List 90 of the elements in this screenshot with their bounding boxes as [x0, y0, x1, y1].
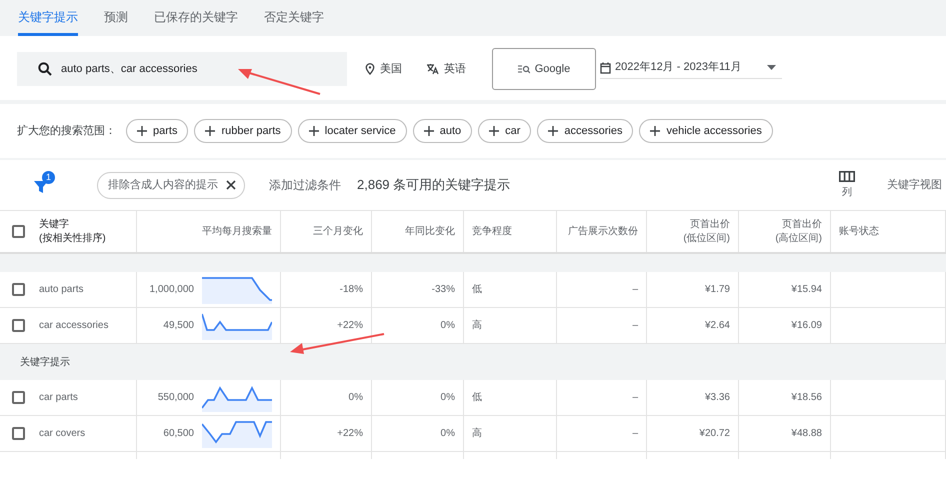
plus-icon [424, 126, 434, 136]
plus-icon [308, 126, 319, 136]
three-month-change: +22% [337, 319, 363, 333]
low-bid: ¥20.72 [699, 427, 730, 441]
search-volume: 49,500 [163, 319, 194, 333]
yoy-change: 0% [440, 391, 455, 405]
column-header[interactable]: 广告展示次数份 [568, 224, 638, 238]
keyword-count: 2,869 条可用的关键字提示 [357, 176, 510, 194]
search-volume: 550,000 [158, 391, 194, 405]
impression-share: – [632, 427, 638, 441]
plus-icon [137, 126, 147, 136]
column-header[interactable]: 竞争程度 [472, 224, 512, 238]
plus-icon [650, 126, 660, 136]
list-search-icon [518, 64, 530, 74]
keyword-chip[interactable]: auto [412, 119, 472, 143]
plus-icon [205, 126, 216, 136]
tab[interactable]: 否定关键字 [264, 0, 324, 36]
column-header[interactable]: 页首出价 (低位区间) [683, 218, 730, 246]
checkbox[interactable] [12, 391, 25, 404]
keyword-text: auto parts [39, 283, 84, 297]
keyword-text: car parts [39, 391, 78, 405]
keyword-view-button[interactable]: 关键字视图 [887, 176, 942, 194]
plus-icon [489, 126, 500, 136]
calendar-icon [600, 62, 611, 74]
high-bid: ¥48.88 [791, 427, 822, 441]
low-bid: ¥2.64 [704, 319, 730, 333]
low-bid: ¥3.36 [704, 391, 730, 405]
language-button[interactable]: 英语 [426, 60, 466, 78]
three-month-change: +22% [337, 427, 363, 441]
three-month-change: 0% [348, 391, 363, 405]
competition-level: 低 [472, 391, 482, 405]
plus-icon [548, 126, 558, 136]
competition-level: 高 [472, 426, 482, 441]
keyword-chip[interactable]: rubber parts [194, 119, 292, 143]
add-filter-button[interactable]: 添加过滤条件 [269, 176, 341, 194]
column-header[interactable]: 账号状态 [839, 224, 879, 238]
sparkline-drawing [202, 384, 272, 412]
low-bid: ¥1.79 [704, 283, 730, 297]
high-bid: ¥18.56 [791, 391, 822, 405]
search-volume: 60,500 [163, 427, 194, 441]
high-bid: ¥16.09 [791, 319, 822, 333]
network-button[interactable]: Google [492, 48, 596, 90]
section-title: 关键字提示 [20, 356, 70, 370]
impression-share: – [632, 319, 638, 333]
sparkline-drawing [202, 312, 272, 340]
sparkline-drawing [202, 420, 272, 448]
dropdown-caret-icon [767, 65, 776, 70]
keyword-text: car covers [39, 427, 86, 441]
column-header[interactable]: 页首出价 (高位区间) [775, 218, 822, 246]
competition-level: 高 [472, 318, 482, 333]
search-field[interactable]: auto parts、car accessories [17, 52, 347, 86]
tab[interactable]: 已保存的关键字 [154, 0, 238, 36]
location-button[interactable]: 美国 [365, 60, 402, 78]
column-header[interactable]: 关键字 (按相关性排序) [39, 218, 106, 246]
high-bid: ¥15.94 [791, 283, 822, 297]
keyword-text: car accessories [39, 319, 108, 333]
keyword-chip[interactable]: car [478, 119, 532, 143]
columns-button[interactable]: 列 [839, 170, 855, 200]
filter-chip[interactable]: 排除含成人内容的提示 [97, 172, 245, 198]
column-header[interactable]: 平均每月搜索量 [202, 224, 272, 238]
column-header[interactable]: 年同比变化 [405, 224, 455, 238]
filter-count-badge: 1 [42, 171, 55, 184]
search-icon [37, 61, 53, 77]
expand-label: 扩大您的搜索范围： [17, 124, 116, 139]
checkbox[interactable] [12, 283, 25, 296]
checkbox[interactable] [12, 225, 25, 238]
search-volume: 1,000,000 [150, 283, 194, 297]
keyword-chip[interactable]: locater service [298, 119, 407, 143]
columns-icon [839, 170, 855, 182]
location-pin-icon [365, 63, 375, 75]
yoy-change: 0% [440, 427, 455, 441]
tab[interactable]: 关键字提示 [18, 0, 78, 36]
keyword-chip[interactable]: parts [126, 119, 188, 143]
column-header[interactable]: 三个月变化 [313, 224, 363, 238]
close-icon[interactable] [226, 180, 236, 190]
keyword-chip[interactable]: accessories [537, 119, 634, 143]
yoy-change: -33% [432, 283, 455, 297]
three-month-change: -18% [340, 283, 363, 297]
checkbox[interactable] [12, 319, 25, 332]
competition-level: 低 [472, 283, 482, 297]
impression-share: – [632, 391, 638, 405]
yoy-change: 0% [440, 319, 455, 333]
sparkline-drawing [202, 276, 272, 304]
keyword-chip[interactable]: vehicle accessories [639, 119, 773, 143]
search-text: auto parts、car accessories [61, 62, 198, 77]
checkbox[interactable] [12, 427, 25, 440]
date-range-dropdown[interactable]: 2022年12月 - 2023年11月 [600, 59, 782, 79]
impression-share: – [632, 283, 638, 297]
tab[interactable]: 预测 [104, 0, 128, 36]
translate-icon [426, 63, 439, 75]
